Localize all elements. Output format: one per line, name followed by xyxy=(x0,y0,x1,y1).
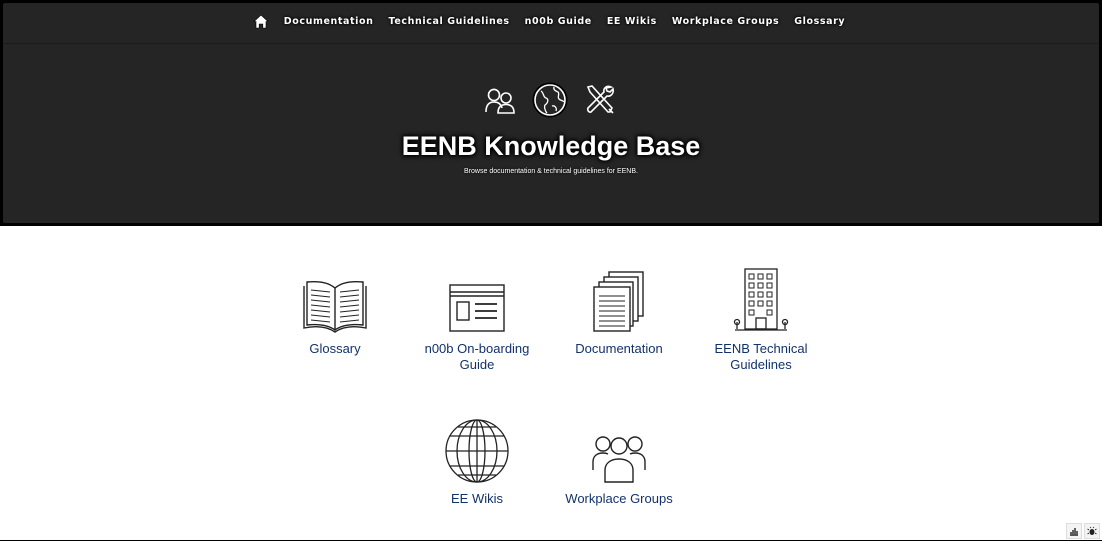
nav-glossary[interactable]: Glossary xyxy=(794,16,845,27)
nav-workplace-groups[interactable]: Workplace Groups xyxy=(672,16,779,27)
tile-label: Documentation xyxy=(575,341,663,356)
tile-glossary[interactable]: Glossary xyxy=(264,268,406,373)
header: Documentation Technical Guidelines n00b … xyxy=(0,0,1102,226)
tile-eenb-technical-guidelines[interactable]: EENB Technical Guidelines xyxy=(690,268,832,373)
tile-workplace-groups[interactable]: Workplace Groups xyxy=(548,418,690,507)
page-title: EENB Knowledge Base xyxy=(401,131,701,161)
nav-n00b-guide[interactable]: n00b Guide xyxy=(525,16,592,27)
group-icon xyxy=(583,418,655,484)
tile-documentation[interactable]: Documentation xyxy=(548,268,690,373)
tile-label: EE Wikis xyxy=(451,491,503,506)
hero-icons xyxy=(1,82,1099,118)
globe-icon xyxy=(441,418,513,484)
tools-icon xyxy=(582,82,618,118)
document-stack-icon xyxy=(583,268,655,334)
tile-label: Workplace Groups xyxy=(565,491,673,506)
top-navigation: Documentation Technical Guidelines n00b … xyxy=(3,3,1099,44)
nav-ee-wikis[interactable]: EE Wikis xyxy=(607,16,657,27)
browser-window-icon xyxy=(441,268,513,334)
tile-ee-wikis[interactable]: EE Wikis xyxy=(406,418,548,507)
page-subtitle: Browse documentation & technical guideli… xyxy=(464,168,638,175)
header-banner: Documentation Technical Guidelines n00b … xyxy=(3,3,1099,223)
home-icon[interactable] xyxy=(253,14,269,30)
tile-n00b-onboarding-guide[interactable]: n00b On-boarding Guide xyxy=(406,268,548,373)
tiles-row-1: Glossary n00b On-boarding Guide Document… xyxy=(0,268,1102,373)
tile-label: EENB Technical Guidelines xyxy=(714,341,808,372)
bug-icon[interactable] xyxy=(1084,523,1100,539)
building-icon xyxy=(725,268,797,334)
nav-documentation[interactable]: Documentation xyxy=(284,16,374,27)
globe-icon xyxy=(532,82,568,118)
tile-label: n00b On-boarding Guide xyxy=(424,341,530,372)
open-book-icon xyxy=(299,268,371,334)
nav-technical-guidelines[interactable]: Technical Guidelines xyxy=(389,16,510,27)
tiles-row-2: EE Wikis Workplace Groups xyxy=(0,418,1102,507)
stats-icon[interactable] xyxy=(1066,523,1082,539)
tile-label: Glossary xyxy=(309,341,361,356)
people-icon xyxy=(482,82,518,118)
